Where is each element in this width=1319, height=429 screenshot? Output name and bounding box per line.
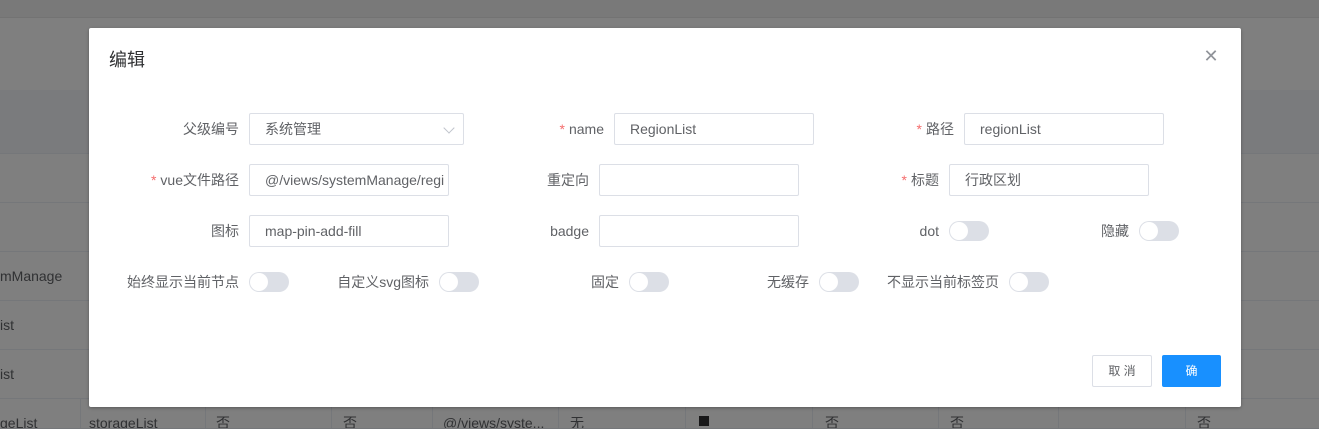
no-cache-switch[interactable] bbox=[819, 272, 859, 292]
affix-label: 固定 bbox=[591, 274, 619, 290]
vue-path-label: * vue文件路径 bbox=[150, 172, 239, 188]
icon-label: 图标 bbox=[211, 223, 239, 239]
close-icon[interactable]: ✕ bbox=[1201, 46, 1221, 66]
confirm-button[interactable]: 确 定 bbox=[1162, 355, 1221, 408]
title-label: * 标题 bbox=[901, 172, 939, 188]
cancel-button[interactable]: 取 消 bbox=[1092, 355, 1152, 387]
parent-id-select[interactable]: 系统管理 bbox=[249, 113, 464, 145]
path-label: * 路径 bbox=[916, 121, 954, 137]
parent-id-label: 父级编号 bbox=[183, 121, 239, 137]
dot-label: dot bbox=[919, 223, 939, 239]
hidden-label: 隐藏 bbox=[1101, 223, 1129, 239]
redirect-input[interactable] bbox=[599, 164, 799, 196]
dot-switch[interactable] bbox=[949, 221, 989, 241]
icon-input[interactable]: map-pin-add-fill bbox=[249, 215, 449, 247]
no-tags-view-switch[interactable] bbox=[1009, 272, 1049, 292]
dialog-title: 编辑 bbox=[109, 50, 145, 70]
badge-input[interactable] bbox=[599, 215, 799, 247]
always-show-label: 始终显示当前节点 bbox=[127, 274, 239, 290]
edit-dialog: 编辑 ✕ 父级编号 系统管理 * name RegionList * 路径 regi… bbox=[89, 28, 1241, 408]
path-input[interactable]: regionList bbox=[964, 113, 1164, 145]
name-input[interactable]: RegionList bbox=[614, 113, 814, 145]
chevron-down-icon bbox=[443, 122, 455, 134]
redirect-label: 重定向 bbox=[547, 172, 589, 188]
custom-svg-switch[interactable] bbox=[439, 272, 479, 292]
hidden-switch[interactable] bbox=[1139, 221, 1179, 241]
no-cache-label: 无缓存 bbox=[767, 274, 809, 290]
custom-svg-label: 自定义svg图标 bbox=[337, 274, 429, 290]
vue-path-input[interactable]: @/views/systemManage/regi bbox=[249, 164, 449, 196]
name-label: * name bbox=[559, 121, 604, 137]
no-tags-view-label: 不显示当前标签页 bbox=[887, 274, 999, 290]
always-show-switch[interactable] bbox=[249, 272, 289, 292]
affix-switch[interactable] bbox=[629, 272, 669, 292]
badge-label: badge bbox=[550, 223, 589, 239]
title-input[interactable]: 行政区划 bbox=[949, 164, 1149, 196]
